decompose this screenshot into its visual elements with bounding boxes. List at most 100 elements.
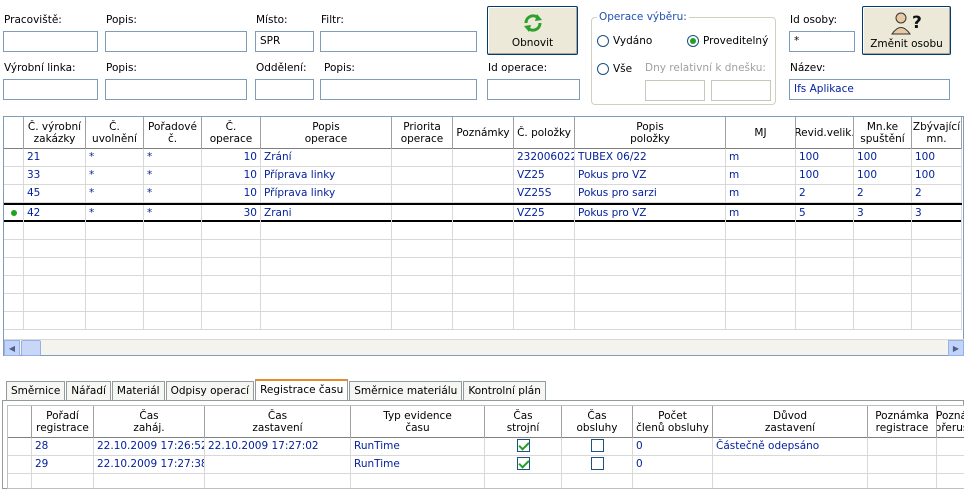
table-cell[interactable]: VZ25 <box>514 167 575 185</box>
table-cell[interactable] <box>453 205 514 223</box>
table-cell[interactable] <box>261 240 392 258</box>
table-cell[interactable] <box>205 474 351 488</box>
tab-nářadí[interactable]: Nářadí <box>66 381 111 401</box>
column-header[interactable]: Pořadí registrace <box>32 406 94 438</box>
table-cell[interactable] <box>562 474 633 488</box>
table-cell[interactable] <box>453 258 514 276</box>
table-cell[interactable] <box>912 258 962 276</box>
table-row[interactable] <box>4 258 962 276</box>
table-cell[interactable]: 232006022 <box>514 149 575 167</box>
table-cell[interactable] <box>24 294 86 312</box>
table-cell[interactable] <box>796 312 854 330</box>
table-cell[interactable] <box>562 438 633 456</box>
misto-input[interactable]: SPR <box>255 31 314 52</box>
table-cell[interactable]: * <box>144 149 202 167</box>
table-cell[interactable] <box>562 456 633 474</box>
table-cell[interactable]: 30 <box>202 205 261 223</box>
table-cell[interactable] <box>392 222 453 240</box>
table-cell[interactable] <box>713 474 868 488</box>
column-header[interactable]: Poznámka registrace <box>868 406 937 438</box>
column-header[interactable]: Č. položky <box>514 117 575 149</box>
column-header[interactable]: Čas zastavení <box>205 406 351 438</box>
row-selector[interactable] <box>8 456 32 474</box>
popis2-input[interactable] <box>105 79 247 100</box>
table-cell[interactable]: 42 <box>24 205 86 223</box>
table-cell[interactable] <box>575 312 726 330</box>
table-cell[interactable]: 45 <box>24 185 86 203</box>
table-cell[interactable] <box>453 167 514 185</box>
table-cell[interactable] <box>912 312 962 330</box>
table-cell[interactable] <box>713 456 868 474</box>
table-cell[interactable] <box>854 258 912 276</box>
table-cell[interactable] <box>453 185 514 203</box>
id-operace-input[interactable] <box>487 79 580 100</box>
checkbox-obsluhy[interactable] <box>590 456 604 470</box>
column-header[interactable]: Revid.velik. <box>796 117 854 149</box>
column-header[interactable]: Pořadové č. <box>144 117 202 149</box>
table-cell[interactable]: 21 <box>24 149 86 167</box>
column-header[interactable]: Počet členů obsluhy <box>633 406 713 438</box>
table-cell[interactable] <box>912 222 962 240</box>
table-cell[interactable]: 10 <box>202 167 261 185</box>
tab-odpisy-operací[interactable]: Odpisy operací <box>165 381 255 401</box>
table-cell[interactable] <box>392 167 453 185</box>
table-cell[interactable]: VZ25S <box>514 185 575 203</box>
zmenit-osobu-button[interactable]: ? Změnit osobu <box>862 6 951 55</box>
tab-materiál[interactable]: Materiál <box>111 381 165 401</box>
row-selector[interactable] <box>4 294 24 312</box>
table-cell[interactable]: Zrání <box>261 149 392 167</box>
table-cell[interactable]: * <box>86 185 144 203</box>
table-cell[interactable] <box>796 258 854 276</box>
column-header[interactable]: Čas obsluhy <box>562 406 633 438</box>
table-cell[interactable] <box>351 474 485 488</box>
table-cell[interactable]: Příprava linky <box>261 167 392 185</box>
dny-from-input[interactable] <box>645 80 705 101</box>
table-cell[interactable] <box>453 276 514 294</box>
table-cell[interactable] <box>575 258 726 276</box>
tab-kontrolní-plán[interactable]: Kontrolní plán <box>463 381 546 401</box>
table-cell[interactable]: m <box>726 185 796 203</box>
column-header[interactable]: Zbývající mn. <box>912 117 962 149</box>
table-row[interactable] <box>8 474 964 488</box>
table-cell[interactable] <box>912 240 962 258</box>
table-cell[interactable] <box>485 456 562 474</box>
table-cell[interactable] <box>24 258 86 276</box>
tab-registrace-času[interactable]: Registrace času <box>255 379 349 401</box>
table-cell[interactable] <box>514 294 575 312</box>
column-header[interactable]: Pozná přeruš <box>937 406 964 438</box>
table-cell[interactable]: 22.10.2009 17:27:02 <box>205 438 351 456</box>
table-cell[interactable]: Pokus pro VZ <box>575 205 726 223</box>
table-cell[interactable] <box>937 438 964 456</box>
table-cell[interactable] <box>854 240 912 258</box>
table-cell[interactable]: 0 <box>633 456 713 474</box>
table-cell[interactable]: 33 <box>24 167 86 185</box>
table-cell[interactable] <box>514 276 575 294</box>
filtr-input[interactable] <box>320 31 477 52</box>
table-cell[interactable]: 28 <box>32 438 94 456</box>
table-cell[interactable] <box>261 294 392 312</box>
table-cell[interactable] <box>202 276 261 294</box>
table-cell[interactable] <box>726 276 796 294</box>
table-cell[interactable] <box>453 312 514 330</box>
table-cell[interactable] <box>485 474 562 488</box>
dny-to-input[interactable] <box>711 80 771 101</box>
table-cell[interactable]: 29 <box>32 456 94 474</box>
row-selector[interactable] <box>4 276 24 294</box>
table-cell[interactable]: 10 <box>202 185 261 203</box>
pracoviste-input[interactable] <box>3 31 98 52</box>
table-row[interactable]: 29 22.10.2009 17:27:38 RunTime 0 <box>8 456 964 474</box>
table-cell[interactable] <box>726 240 796 258</box>
table-cell[interactable]: m <box>726 149 796 167</box>
table-cell[interactable]: TUBEX 06/22 <box>575 149 726 167</box>
table-cell[interactable] <box>854 222 912 240</box>
column-header[interactable]: MJ <box>726 117 796 149</box>
row-selector[interactable] <box>4 222 24 240</box>
table-cell[interactable] <box>202 240 261 258</box>
table-cell[interactable] <box>392 312 453 330</box>
table-cell[interactable] <box>392 258 453 276</box>
table-cell[interactable]: 0 <box>633 438 713 456</box>
table-row[interactable]: 42 * * 30 Zrani VZ25 Pokus pro VZ m 5 3 3 <box>4 203 962 223</box>
table-cell[interactable]: 100 <box>854 167 912 185</box>
table-cell[interactable]: 100 <box>912 167 962 185</box>
table-cell[interactable] <box>392 149 453 167</box>
